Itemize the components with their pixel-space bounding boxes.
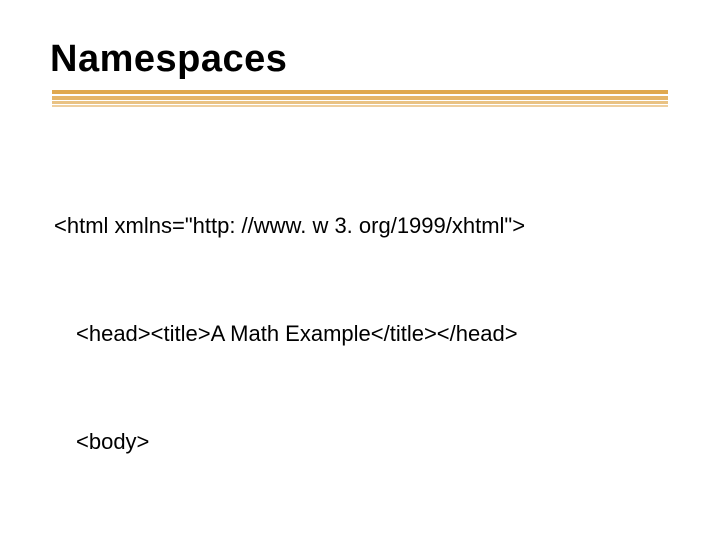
code-line: <html xmlns="http: //www. w 3. org/1999/… bbox=[54, 208, 650, 244]
code-line: <head><title>A Math Example</title></hea… bbox=[54, 316, 650, 352]
slide-title: Namespaces bbox=[50, 38, 287, 81]
code-line: <body> bbox=[54, 424, 650, 460]
code-line: <p>The following is Math. ML markup: </p… bbox=[54, 532, 650, 540]
title-underline bbox=[52, 90, 668, 108]
slide: Namespaces <html xmlns="http: //www. w 3… bbox=[0, 0, 720, 540]
code-block: <html xmlns="http: //www. w 3. org/1999/… bbox=[54, 136, 650, 540]
